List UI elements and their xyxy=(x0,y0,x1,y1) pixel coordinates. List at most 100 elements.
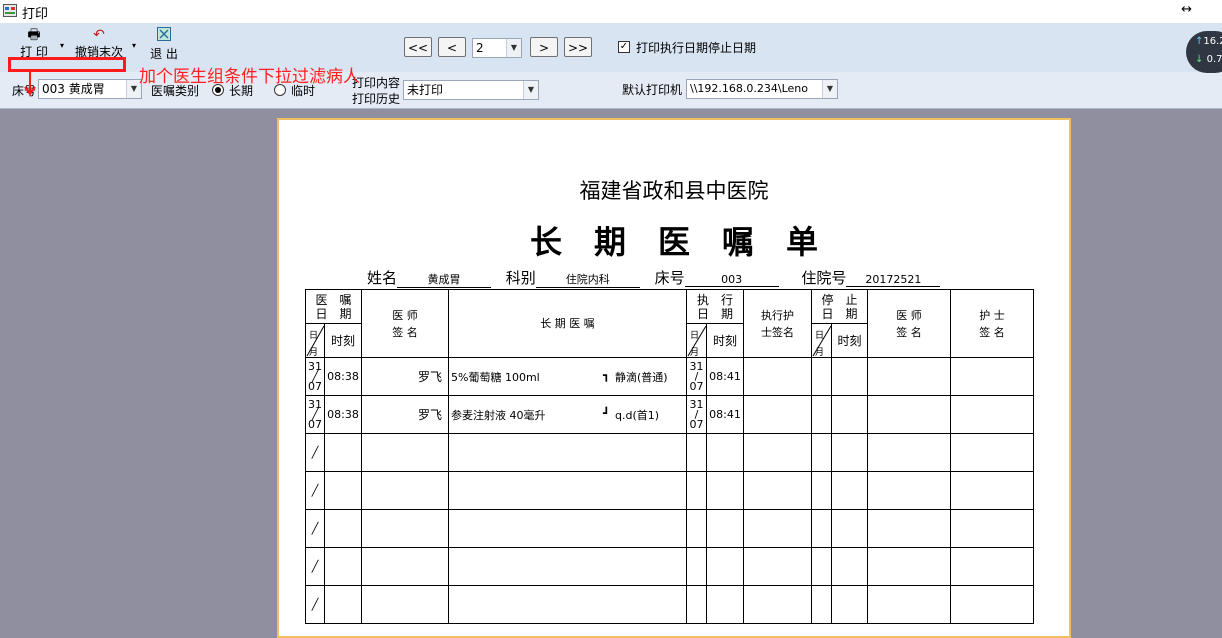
undo-icon: ↶ xyxy=(93,27,105,43)
sheet-title: 长 期 医 嘱 单 xyxy=(529,223,818,261)
header-stop-day-month: 日月 xyxy=(811,323,832,358)
order-content-cell: 5%葡萄糖 100ml ┓ 静滴(普通) xyxy=(448,357,687,396)
table-row: 31 ╱ 07 08:38 罗飞 5%葡萄糖 100ml ┓ 静滴(普通) 31/0… xyxy=(305,357,1034,396)
header-doctor-sign: 医 师签 名 xyxy=(361,289,449,358)
svg-text:月: 月 xyxy=(309,347,318,358)
exit-button-label: 退 出 xyxy=(150,47,178,61)
app-icon xyxy=(3,4,17,17)
exec-month: 07 xyxy=(689,379,704,393)
admission-label: 住院号 xyxy=(801,269,847,287)
exec-nurse-cell xyxy=(743,357,812,396)
empty-date-cell: ╱ xyxy=(305,471,325,510)
print-dates-label: 打印执行日期停止日期 xyxy=(636,41,757,55)
name-value: 黄成胃 xyxy=(397,271,492,288)
exec-day: 31 xyxy=(689,397,704,411)
page-number-select[interactable]: 2 ▼ xyxy=(472,38,522,58)
header-order-date: 医 嘱日 期 xyxy=(305,289,362,324)
title-bar: 打印 ↔ xyxy=(0,0,1222,23)
table-row: ╱ xyxy=(305,433,1034,472)
bed-no-value: 003 xyxy=(684,273,779,287)
exec-nurse-cell xyxy=(743,395,812,434)
dept-label: 科别 xyxy=(505,269,536,287)
header-order: 长 期 医 嘱 xyxy=(448,289,687,358)
order-route: 静滴(普通) xyxy=(615,371,668,384)
empty-date-cell: ╱ xyxy=(305,509,325,548)
order-route: q.d(首1) xyxy=(615,409,660,422)
next-page-button[interactable]: > xyxy=(530,37,558,57)
header-exec-date: 执 行日 期 xyxy=(686,289,744,324)
order-date-cell: 31 ╱ 07 xyxy=(305,395,325,434)
annotation-text: 加个医生组条件下拉过滤病人 xyxy=(139,67,360,87)
page-number-value: 2 xyxy=(476,41,484,55)
order-date-cell: 31 ╱ 07 xyxy=(305,357,325,396)
header-exec-time: 时刻 xyxy=(706,323,744,358)
last-page-button[interactable]: >> xyxy=(564,37,592,57)
name-label: 姓名 xyxy=(367,269,398,287)
network-speed-badge: ↑16.2 ↓ 0.7 xyxy=(1186,31,1222,73)
chevron-down-icon[interactable]: ▼ xyxy=(523,81,538,99)
undo-dropdown-icon[interactable]: ▾ xyxy=(132,41,136,50)
print-dropdown-icon[interactable]: ▾ xyxy=(60,41,64,50)
printer-select[interactable]: \\192.168.0.234\Leno ▼ xyxy=(686,79,838,99)
doctor-sign-cell: 罗飞 xyxy=(361,395,449,434)
undo-last-button[interactable]: ↶ 撤销末次 xyxy=(70,27,128,60)
print-status-value: 未打印 xyxy=(407,83,444,97)
header-exec-nurse: 执行护 士签名 xyxy=(743,289,812,358)
resize-icon[interactable]: ↔ xyxy=(1181,2,1192,17)
empty-date-cell: ╱ xyxy=(305,585,325,624)
admission-value: 20172521 xyxy=(846,273,941,287)
header-nurse-sign: 护 士签 名 xyxy=(950,289,1034,358)
table-row: ╱ xyxy=(305,547,1034,586)
header-stop-time: 时刻 xyxy=(831,323,868,358)
dept-value: 住院内科 xyxy=(535,271,640,288)
window-title: 打印 xyxy=(22,7,49,22)
bed-select[interactable]: 003 黄成胃 ▼ xyxy=(38,79,142,99)
order-day: 31 xyxy=(308,397,322,411)
prev-page-button[interactable]: < xyxy=(438,37,466,57)
header-stop-date: 停 止日 期 xyxy=(811,289,868,324)
header-time: 时刻 xyxy=(324,323,362,358)
exec-time-cell: 08:41 xyxy=(706,395,744,434)
bed-no-label: 床号 xyxy=(654,269,685,287)
chevron-down-icon[interactable]: ▼ xyxy=(822,80,837,98)
annotation-arrow-icon xyxy=(24,72,36,96)
exit-icon xyxy=(146,27,182,45)
exec-date-cell: 31/07 xyxy=(686,357,707,396)
exec-time-cell: 08:41 xyxy=(706,357,744,396)
header-exec-day-month: 日月 xyxy=(686,323,707,358)
exit-button[interactable]: 退 出 xyxy=(146,27,182,62)
order-text: 参麦注射液 40毫升 xyxy=(451,409,546,422)
order-content-cell: 参麦注射液 40毫升 ┛ q.d(首1) xyxy=(448,395,687,434)
doctor-sign2-cell xyxy=(867,395,951,434)
nurse-sign-cell xyxy=(950,357,1034,396)
exec-date-cell: 31/07 xyxy=(686,395,707,434)
doctor-sign2-cell xyxy=(867,357,951,396)
print-status-select[interactable]: 未打印 ▼ xyxy=(403,80,539,100)
stop-date-cell xyxy=(811,357,832,396)
download-speed: 0.7 xyxy=(1206,54,1222,65)
header-doctor-sign-2: 医 师签 名 xyxy=(867,289,951,358)
orders-table: 医 嘱日 期 医 师签 名 长 期 医 嘱 执 行日 期 执行护 士签名 停 止日… xyxy=(305,289,1034,624)
header-order-date-text: 医 嘱日 期 xyxy=(315,292,352,321)
stop-time-cell xyxy=(831,395,868,434)
svg-text:日: 日 xyxy=(815,330,824,341)
first-page-button[interactable]: << xyxy=(404,37,432,57)
print-dates-checkbox[interactable]: ✓ xyxy=(618,41,630,53)
chevron-down-icon[interactable]: ▼ xyxy=(506,39,521,57)
order-month: 07 xyxy=(308,417,322,431)
header-day-month: 日月 xyxy=(305,323,325,358)
printer-icon: 🖶 xyxy=(27,27,41,43)
hospital-name: 福建省政和县中医院 xyxy=(579,179,769,203)
print-preview-page: 福建省政和县中医院 长 期 医 嘱 单 姓名 黄成胃 科别 住院内科 床号 003 住… xyxy=(277,118,1071,638)
bed-select-value: 003 黄成胃 xyxy=(42,82,105,96)
doctor-sign-cell: 罗飞 xyxy=(361,357,449,396)
print-button[interactable]: 🖶 打 印 xyxy=(14,27,54,60)
default-printer-label: 默认打印机 xyxy=(622,83,683,97)
nurse-sign-cell xyxy=(950,395,1034,434)
exec-day: 31 xyxy=(689,359,704,373)
printer-select-value: \\192.168.0.234\Leno xyxy=(690,82,808,95)
table-row: ╱ xyxy=(305,471,1034,510)
order-day: 31 xyxy=(308,359,322,373)
order-text: 5%葡萄糖 100ml xyxy=(451,371,540,384)
group-bracket: ┛ xyxy=(603,407,610,420)
